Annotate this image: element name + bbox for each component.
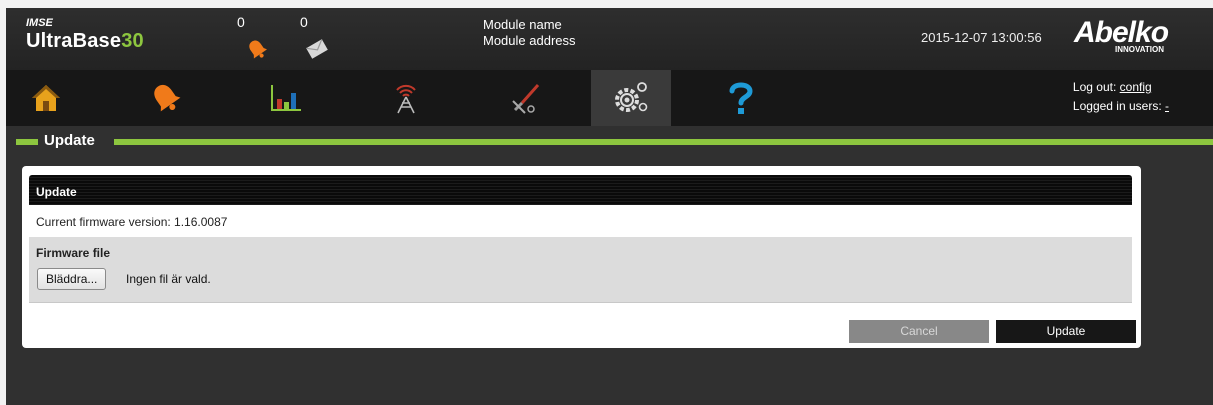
home-icon bbox=[32, 85, 60, 111]
panel-header: Update bbox=[29, 175, 1132, 205]
logo-text: Abelko bbox=[1074, 16, 1169, 49]
no-file-selected-text: Ingen fil är vald. bbox=[126, 272, 211, 286]
brand-small-label: IMSE bbox=[26, 17, 53, 29]
nav-alarms[interactable] bbox=[126, 70, 206, 126]
nav-charts[interactable] bbox=[246, 70, 326, 126]
update-button[interactable]: Update bbox=[996, 320, 1136, 343]
settings-gears-icon bbox=[615, 82, 648, 112]
message-envelope-icon[interactable] bbox=[305, 38, 329, 60]
module-address: Module address bbox=[483, 33, 576, 48]
logged-in-label: Logged in users: bbox=[1072, 99, 1162, 113]
nav-home[interactable] bbox=[6, 70, 86, 126]
help-question-icon bbox=[729, 82, 753, 114]
abelko-logo: Abelko INNOVATION bbox=[1074, 16, 1169, 55]
section-header: Update bbox=[6, 131, 1213, 153]
firmware-file-label: Firmware file bbox=[36, 246, 111, 260]
bar-chart-icon bbox=[271, 85, 301, 111]
browse-button[interactable]: Bläddra... bbox=[37, 268, 107, 290]
logout-label: Log out: bbox=[1072, 80, 1117, 94]
logout-row: Log out: config bbox=[1073, 78, 1169, 97]
section-accent-left bbox=[16, 139, 38, 145]
firmware-file-row: Firmware file Bläddra... Ingen fil är va… bbox=[29, 237, 1132, 303]
update-panel: Update Current firmware version: 1.16.00… bbox=[22, 166, 1141, 348]
section-title: Update bbox=[44, 132, 95, 149]
nav-communication[interactable] bbox=[366, 70, 446, 126]
panel-body: Current firmware version: 1.16.0087 Firm… bbox=[29, 205, 1132, 318]
nav-tools[interactable] bbox=[486, 70, 566, 126]
logged-in-users-link[interactable]: - bbox=[1165, 99, 1169, 113]
tools-icon bbox=[512, 84, 540, 114]
nav-help[interactable] bbox=[701, 70, 781, 126]
current-firmware-version: Current firmware version: 1.16.0087 bbox=[36, 215, 228, 229]
message-count: 0 bbox=[300, 14, 308, 30]
nav-settings[interactable] bbox=[591, 70, 671, 126]
alarm-bell-icon[interactable] bbox=[246, 38, 268, 60]
module-name: Module name bbox=[483, 17, 562, 32]
module-info: Module name Module address bbox=[483, 17, 576, 49]
login-info: Log out: config Logged in users: - bbox=[1073, 78, 1169, 116]
brand-number: 30 bbox=[121, 30, 144, 52]
main-nav: Log out: config Logged in users: - bbox=[6, 70, 1213, 126]
brand-name: UltraBase30 bbox=[26, 30, 144, 53]
cancel-button[interactable]: Cancel bbox=[849, 320, 989, 343]
logged-in-row: Logged in users: - bbox=[1073, 97, 1169, 116]
antenna-tower-icon bbox=[396, 84, 416, 114]
app-window: IMSE UltraBase30 0 0 Module name Module … bbox=[6, 8, 1213, 405]
alarm-count: 0 bbox=[237, 14, 245, 30]
brand-name-text: UltraBase bbox=[26, 30, 122, 52]
logout-link[interactable]: config bbox=[1120, 80, 1152, 94]
top-header: IMSE UltraBase30 0 0 Module name Module … bbox=[6, 8, 1213, 70]
section-accent-right bbox=[114, 139, 1213, 145]
alarm-bell-icon bbox=[154, 84, 181, 112]
current-datetime: 2015-12-07 13:00:56 bbox=[921, 30, 1042, 45]
